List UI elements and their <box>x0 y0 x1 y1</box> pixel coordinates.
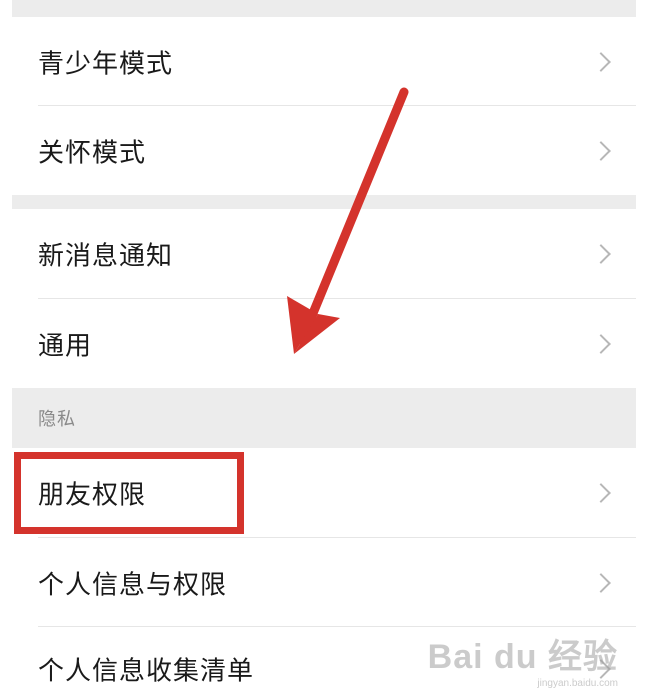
settings-item-general[interactable]: 通用 <box>12 299 636 388</box>
settings-item-teen-mode[interactable]: 青少年模式 <box>12 17 636 106</box>
settings-item-label: 通用 <box>38 331 93 361</box>
watermark-url: jingyan.baidu.com <box>537 678 618 689</box>
settings-item-label: 个人信息收集清单 <box>38 656 255 687</box>
chevron-right-icon <box>591 51 611 72</box>
chevron-right-icon <box>591 333 611 354</box>
watermark-brand: Bai du 经验 <box>427 638 618 676</box>
chevron-right-icon <box>591 483 611 503</box>
settings-item-friend-permissions[interactable]: 朋友权限 <box>12 448 636 538</box>
section-title: 隐私 <box>38 409 76 430</box>
settings-item-personal-info-permissions[interactable]: 个人信息与权限 <box>12 538 636 627</box>
settings-item-label: 新消息通知 <box>38 241 174 272</box>
settings-item-label: 朋友权限 <box>38 480 147 511</box>
chevron-right-icon <box>591 140 611 161</box>
top-separator <box>12 0 636 17</box>
settings-item-label: 个人信息与权限 <box>38 570 228 600</box>
settings-item-label: 关怀模式 <box>38 138 147 168</box>
settings-item-care-mode[interactable]: 关怀模式 <box>12 106 636 195</box>
baidu-watermark: Bai du 经验 jingyan.baidu.com <box>428 629 618 689</box>
settings-item-label: 青少年模式 <box>38 49 174 79</box>
privacy-section-header: 隐私 <box>12 388 636 448</box>
chevron-right-icon <box>591 244 611 264</box>
chevron-right-icon <box>591 572 611 593</box>
settings-screen: 青少年模式 关怀模式 新消息通知 通用 隐私 朋友权限 个人信息与权限 个人信息… <box>12 0 636 695</box>
group-separator <box>12 195 636 209</box>
settings-item-notifications[interactable]: 新消息通知 <box>12 209 636 299</box>
